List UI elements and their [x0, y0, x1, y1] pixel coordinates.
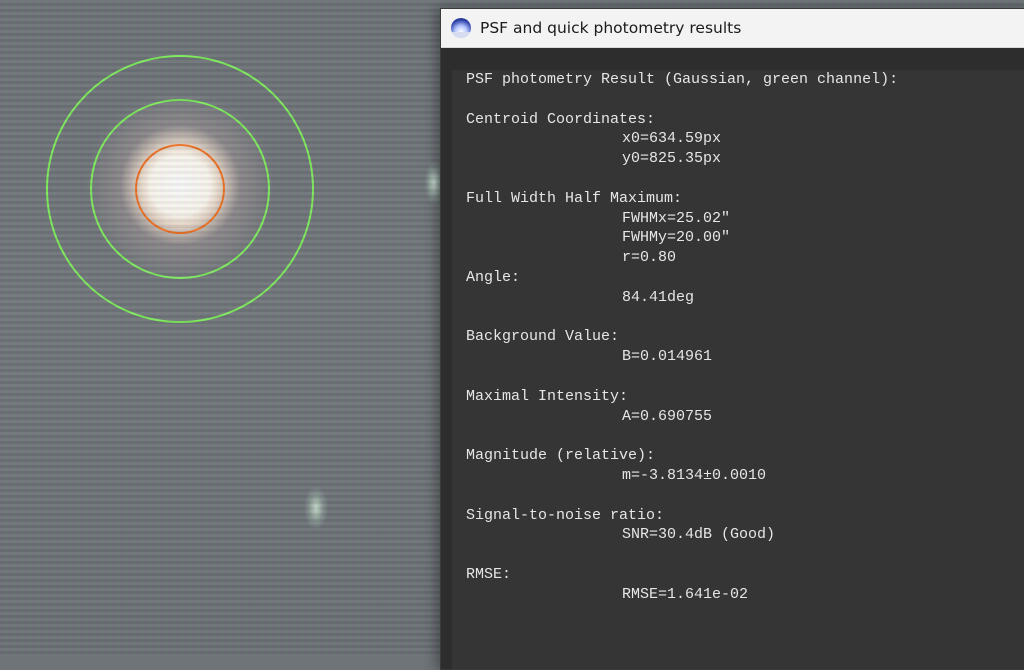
aperture-circle [135, 144, 225, 234]
window-title: PSF and quick photometry results [480, 19, 742, 37]
rmse-label: RMSE: [466, 565, 512, 583]
title-bar[interactable]: PSF and quick photometry results [441, 9, 1024, 48]
fwhmy-value: FWHMy=20.00" [622, 229, 731, 247]
app-icon [451, 18, 471, 38]
centroid-label: Centroid Coordinates: [466, 110, 656, 128]
result-body: PSF photometry Result (Gaussian, green c… [441, 48, 1024, 669]
snr-label: Signal-to-noise ratio: [466, 506, 665, 524]
annulus-inner-circle [90, 99, 270, 279]
background-label: Background Value: [466, 328, 620, 346]
magnitude-value: m=-3.8134±0.0010 [622, 466, 767, 484]
result-header: PSF photometry Result (Gaussian, green c… [466, 71, 899, 88]
fwhm-label: Full Width Half Maximum: [466, 189, 683, 207]
magnitude-label: Magnitude (relative): [466, 447, 656, 465]
angle-value: 84.41deg [622, 288, 695, 306]
ratio-value: r=0.80 [622, 249, 677, 267]
snr-value: SNR=30.4dB (Good) [622, 526, 776, 544]
intensity-label: Maximal Intensity: [466, 387, 629, 405]
intensity-value: A=0.690755 [622, 407, 713, 425]
y0-value: y0=825.35px [622, 150, 722, 168]
psf-results-dialog: PSF and quick photometry results PSF pho… [440, 8, 1024, 670]
fwhmx-value: FWHMx=25.02" [622, 209, 731, 227]
rmse-value: RMSE=1.641e-02 [622, 585, 749, 603]
x0-value: x0=634.59px [622, 130, 722, 148]
photometry-apertures [46, 55, 314, 323]
result-text-area[interactable]: PSF photometry Result (Gaussian, green c… [452, 70, 1024, 669]
background-value: B=0.014961 [622, 348, 713, 366]
annulus-outer-circle [46, 55, 314, 323]
angle-label: Angle: [466, 268, 521, 286]
